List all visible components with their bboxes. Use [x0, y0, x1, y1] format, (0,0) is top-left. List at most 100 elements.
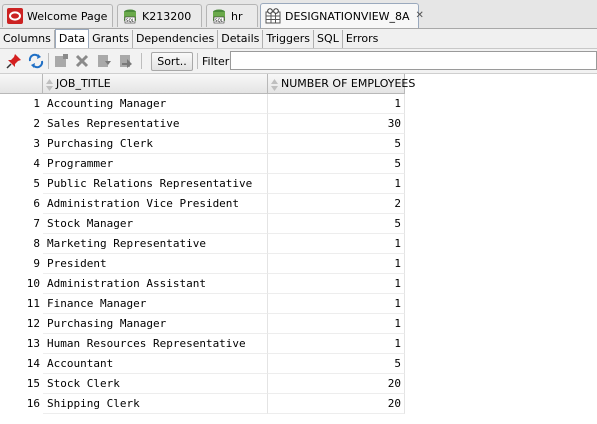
job-title-cell[interactable]: Marketing Representative [43, 234, 268, 254]
job-title-cell[interactable]: Finance Manager [43, 294, 268, 314]
employee-count-cell[interactable]: 1 [268, 314, 405, 334]
row-number: 8 [0, 234, 43, 254]
tab-triggers[interactable]: Triggers [263, 29, 315, 48]
grid-header: JOB_TITLE NUMBER OF EMPLOYEES [0, 74, 597, 94]
column-header-number-of-employees[interactable]: NUMBER OF EMPLOYEES [268, 74, 415, 94]
pin-icon[interactable] [5, 52, 23, 70]
delete-row-icon[interactable] [73, 52, 91, 70]
job-title-cell[interactable]: Programmer [43, 154, 268, 174]
employee-count-cell[interactable]: 20 [268, 374, 405, 394]
row-number: 3 [0, 134, 43, 154]
table-row[interactable]: 11 Finance Manager 1 [0, 294, 597, 314]
job-title-cell[interactable]: President [43, 254, 268, 274]
row-number: 14 [0, 354, 43, 374]
employee-count-cell[interactable]: 1 [268, 234, 405, 254]
row-number-header [0, 74, 43, 94]
tab-designationview-8a[interactable]: DESIGNATIONVIEW_8A ✕ [260, 3, 424, 28]
table-row[interactable]: 14 Accountant 5 [0, 354, 597, 374]
employee-count-cell[interactable]: 5 [268, 354, 405, 374]
row-number: 7 [0, 214, 43, 234]
employee-count-cell[interactable]: 1 [268, 94, 405, 114]
employee-count-cell[interactable]: 1 [268, 254, 405, 274]
insert-row-icon[interactable] [52, 52, 70, 70]
table-row[interactable]: 16 Shipping Clerk 20 [0, 394, 597, 414]
close-tab-icon[interactable]: ✕ [416, 11, 424, 21]
employee-count-cell[interactable]: 30 [268, 114, 405, 134]
column-header-job-title[interactable]: JOB_TITLE [43, 74, 268, 94]
table-row[interactable]: 7 Stock Manager 5 [0, 214, 597, 234]
job-title-cell[interactable]: Administration Vice President [43, 194, 268, 214]
employee-count-cell[interactable]: 5 [268, 214, 405, 234]
toolbar-separator [197, 53, 198, 69]
job-title-cell[interactable]: Administration Assistant [43, 274, 268, 294]
table-row[interactable]: 4 Programmer 5 [0, 154, 597, 174]
row-number: 4 [0, 154, 43, 174]
tab-label: K213200 [142, 9, 192, 23]
table-row[interactable]: 9 President 1 [0, 254, 597, 274]
oracle-icon [7, 8, 23, 24]
table-row[interactable]: 12 Purchasing Manager 1 [0, 314, 597, 334]
employee-count-cell[interactable]: 5 [268, 154, 405, 174]
employee-count-cell[interactable]: 1 [268, 274, 405, 294]
sort-arrows-icon [46, 78, 53, 91]
svg-text:SQL: SQL [126, 18, 135, 23]
row-number: 13 [0, 334, 43, 354]
filter-input[interactable] [230, 51, 597, 70]
table-row[interactable]: 13 Human Resources Representative 1 [0, 334, 597, 354]
job-title-cell[interactable]: Purchasing Clerk [43, 134, 268, 154]
job-title-cell[interactable]: Stock Clerk [43, 374, 268, 394]
table-row[interactable]: 6 Administration Vice President 2 [0, 194, 597, 214]
rollback-icon[interactable] [117, 52, 135, 70]
table-row[interactable]: 3 Purchasing Clerk 5 [0, 134, 597, 154]
tab-sql[interactable]: SQL [314, 29, 343, 48]
tab-label: hr [231, 9, 243, 23]
toolbar-separator [48, 53, 49, 69]
employee-count-cell[interactable]: 1 [268, 174, 405, 194]
tab-dependencies[interactable]: Dependencies [133, 29, 219, 48]
sort-arrows-icon [271, 78, 278, 91]
object-sub-tabs: Columns Data Grants Dependencies Details… [0, 29, 597, 49]
tab-hr[interactable]: SQL hr [206, 4, 258, 27]
job-title-cell[interactable]: Shipping Clerk [43, 394, 268, 414]
table-row[interactable]: 8 Marketing Representative 1 [0, 234, 597, 254]
row-number: 15 [0, 374, 43, 394]
job-title-cell[interactable]: Purchasing Manager [43, 314, 268, 334]
row-number: 9 [0, 254, 43, 274]
job-title-cell[interactable]: Sales Representative [43, 114, 268, 134]
tab-data[interactable]: Data [54, 29, 90, 48]
table-row[interactable]: 15 Stock Clerk 20 [0, 374, 597, 394]
job-title-cell[interactable]: Accountant [43, 354, 268, 374]
employee-count-cell[interactable]: 2 [268, 194, 405, 214]
employee-count-cell[interactable]: 1 [268, 334, 405, 354]
document-tab-bar: Welcome Page SQL K213200 SQL hr DESIGNAT… [0, 0, 597, 29]
row-number: 2 [0, 114, 43, 134]
sort-button[interactable]: Sort.. [151, 52, 193, 71]
employee-count-cell[interactable]: 5 [268, 134, 405, 154]
employee-count-cell[interactable]: 20 [268, 394, 405, 414]
data-toolbar: Sort.. Filter: [0, 49, 597, 74]
row-number: 5 [0, 174, 43, 194]
tab-columns[interactable]: Columns [0, 29, 55, 48]
tab-grants[interactable]: Grants [89, 29, 133, 48]
tab-welcome-page[interactable]: Welcome Page [2, 4, 113, 27]
row-number: 11 [0, 294, 43, 314]
employee-count-cell[interactable]: 1 [268, 294, 405, 314]
view-icon [265, 8, 281, 24]
job-title-cell[interactable]: Public Relations Representative [43, 174, 268, 194]
tab-details[interactable]: Details [218, 29, 264, 48]
row-number: 1 [0, 94, 43, 114]
table-row[interactable]: 1 Accounting Manager 1 [0, 94, 597, 114]
commit-icon[interactable] [95, 52, 113, 70]
tab-errors[interactable]: Errors [343, 30, 382, 48]
table-row[interactable]: 10 Administration Assistant 1 [0, 274, 597, 294]
job-title-cell[interactable]: Accounting Manager [43, 94, 268, 114]
table-row[interactable]: 5 Public Relations Representative 1 [0, 174, 597, 194]
job-title-cell[interactable]: Stock Manager [43, 214, 268, 234]
table-row[interactable]: 2 Sales Representative 30 [0, 114, 597, 134]
job-title-cell[interactable]: Human Resources Representative [43, 334, 268, 354]
toolbar-separator [141, 53, 142, 69]
refresh-icon[interactable] [27, 52, 45, 70]
row-number: 6 [0, 194, 43, 214]
tab-k213200[interactable]: SQL K213200 [117, 4, 202, 27]
column-header-label: NUMBER OF EMPLOYEES [281, 77, 416, 90]
